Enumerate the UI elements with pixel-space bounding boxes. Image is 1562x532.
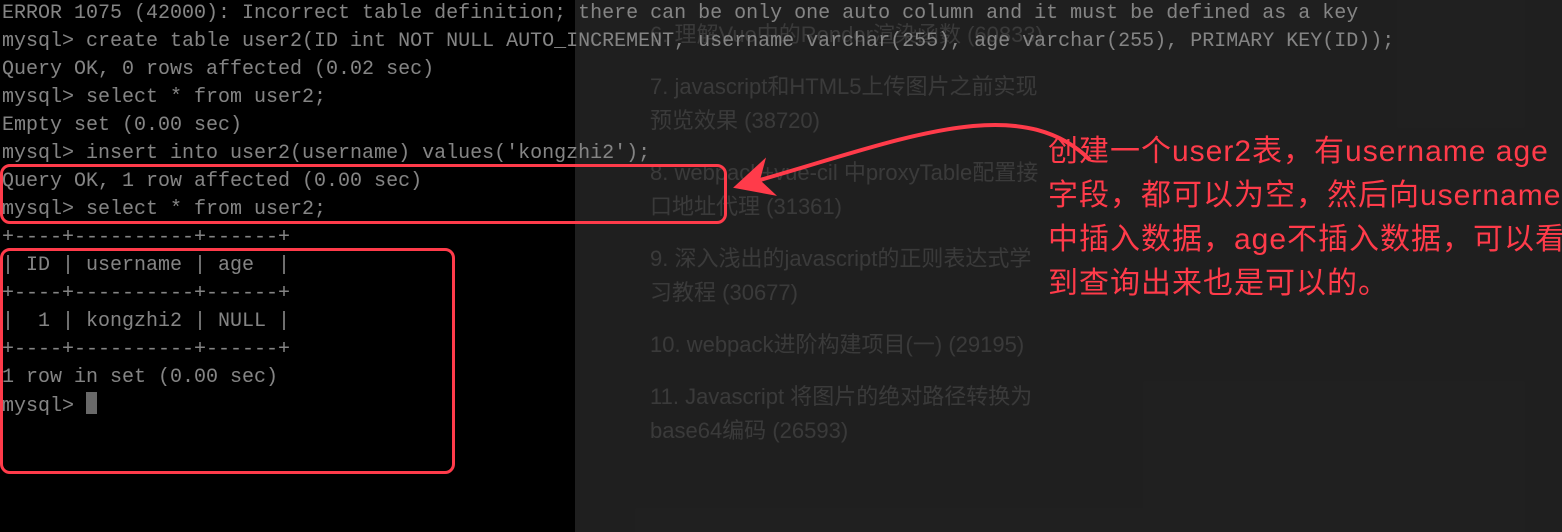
terminal-line: ERROR 1075 (42000): Incorrect table defi… xyxy=(0,0,575,28)
terminal-window[interactable]: ERROR 1075 (42000): Incorrect table defi… xyxy=(0,0,575,532)
sidebar-item-label: 10. webpack进阶构建项目(一) xyxy=(650,332,942,357)
terminal-line: +----+----------+------+ xyxy=(0,280,575,308)
terminal-line: | 1 | kongzhi2 | NULL | xyxy=(0,308,575,336)
terminal-line: mysql> select * from user2; xyxy=(0,196,575,224)
sidebar-item-count: (29195) xyxy=(948,332,1024,357)
sidebar-item[interactable]: 10. webpack进阶构建项目(一) (29195) xyxy=(650,328,1050,362)
sidebar-item[interactable]: 11. Javascript 将图片的绝对路径转换为base64编码 (2659… xyxy=(650,380,1050,448)
terminal-line: +----+----------+------+ xyxy=(0,224,575,252)
sidebar-list: 6. 理解Vue中的Render渲染函数 (60833) 7. javascri… xyxy=(650,0,1050,466)
sidebar-item-label: 9. 深入浅出的javascript的正则表达式学习教程 xyxy=(650,246,1031,305)
terminal-cursor xyxy=(86,392,97,414)
terminal-line: mysql> create table user2(ID int NOT NUL… xyxy=(0,28,575,56)
sidebar-item-count: (38720) xyxy=(744,108,820,133)
terminal-line: Empty set (0.00 sec) xyxy=(0,112,575,140)
terminal-line: mysql> select * from user2; xyxy=(0,84,575,112)
terminal-line: | ID | username | age | xyxy=(0,252,575,280)
sidebar-item-label: 7. javascript和HTML5上传图片之前实现预览效果 xyxy=(650,74,1038,133)
terminal-line: 1 row in set (0.00 sec) xyxy=(0,364,575,392)
terminal-line: +----+----------+------+ xyxy=(0,336,575,364)
terminal-line: Query OK, 0 rows affected (0.02 sec) xyxy=(0,56,575,84)
annotation-text: 创建一个user2表，有username age字段，都可以为空，然后向user… xyxy=(1048,130,1562,306)
sidebar-item[interactable]: 8. webpack+vue-cil 中proxyTable配置接口地址代理 (… xyxy=(650,156,1050,224)
sidebar-item-label: 8. webpack+vue-cil 中proxyTable配置接口地址代理 xyxy=(650,160,1038,219)
sidebar-item-count: (31361) xyxy=(766,194,842,219)
screenshot-stage: 6. 理解Vue中的Render渲染函数 (60833) 7. javascri… xyxy=(0,0,1562,532)
terminal-line: Query OK, 1 row affected (0.00 sec) xyxy=(0,168,575,196)
sidebar-item-count: (26593) xyxy=(772,418,848,443)
sidebar-item[interactable]: 9. 深入浅出的javascript的正则表达式学习教程 (30677) xyxy=(650,242,1050,310)
terminal-line: mysql> xyxy=(0,392,575,421)
sidebar-item[interactable]: 7. javascript和HTML5上传图片之前实现预览效果 (38720) xyxy=(650,70,1050,138)
sidebar-item-count: (30677) xyxy=(722,280,798,305)
terminal-line: mysql> insert into user2(username) value… xyxy=(0,140,575,168)
